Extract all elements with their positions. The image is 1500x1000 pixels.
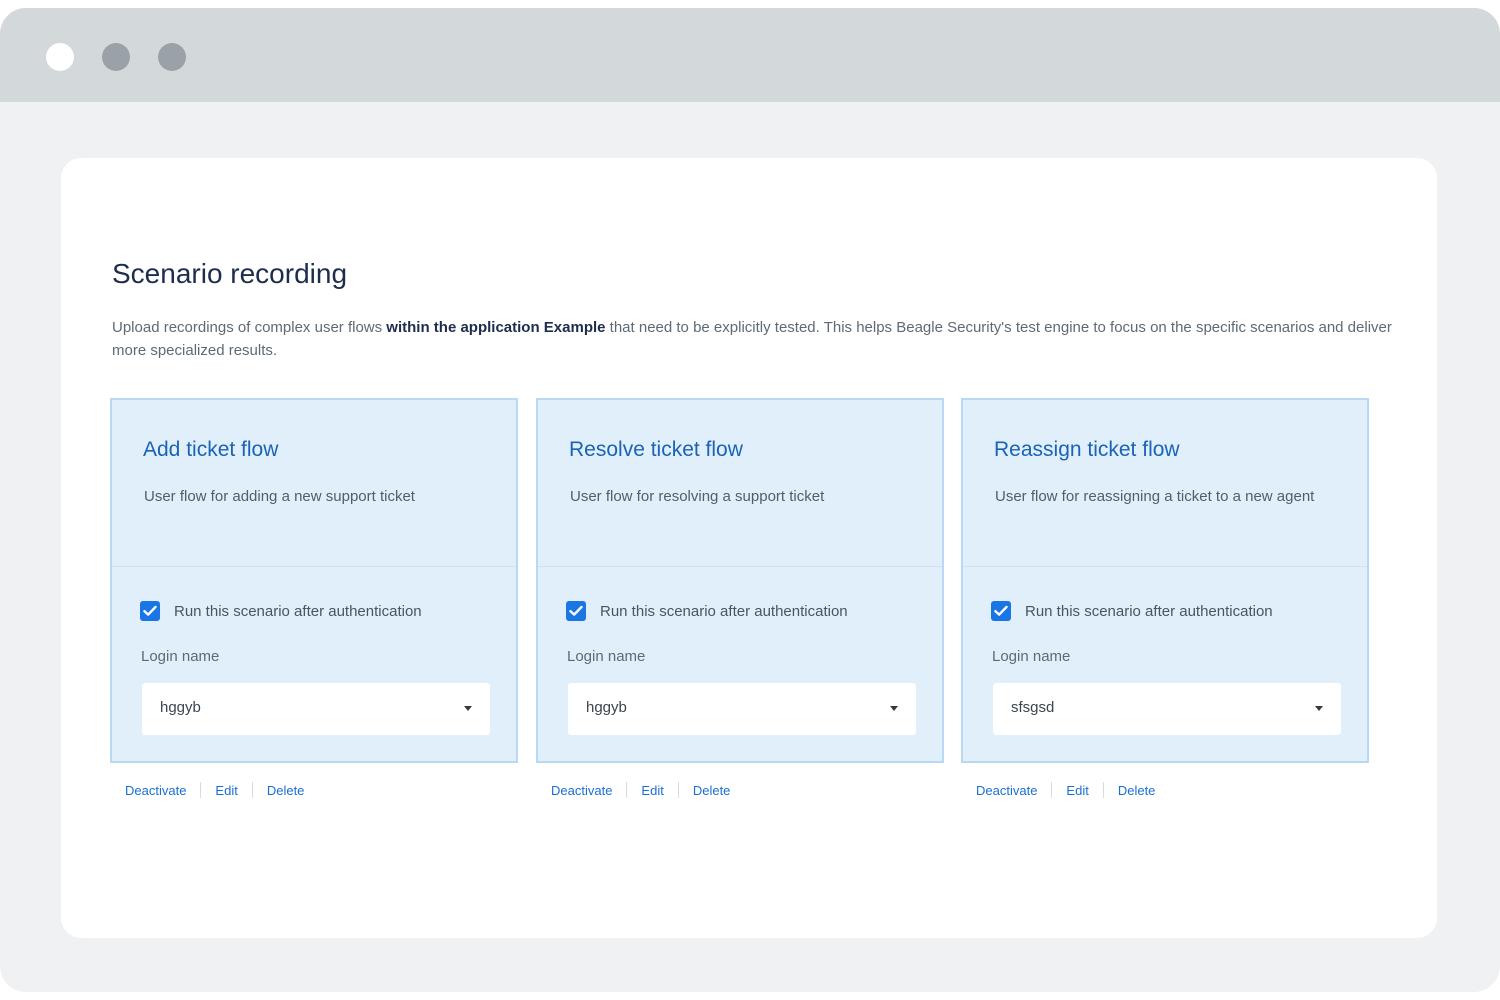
- action-divider: [677, 782, 679, 798]
- run-after-auth-label: Run this scenario after authentication: [1025, 602, 1273, 620]
- login-name-label: Login name: [567, 648, 646, 665]
- delete-link[interactable]: Delete: [1118, 783, 1156, 798]
- deactivate-link[interactable]: Deactivate: [976, 783, 1037, 798]
- edit-link[interactable]: Edit: [215, 783, 237, 798]
- action-divider: [626, 782, 628, 798]
- run-after-auth-row[interactable]: Run this scenario after authentication: [991, 600, 1273, 622]
- login-name-select[interactable]: sfsgsd: [993, 683, 1341, 735]
- browser-window: Scenario recording Upload recordings of …: [0, 8, 1500, 992]
- close-dot[interactable]: [46, 43, 74, 71]
- card-actions-resolve-ticket: Deactivate Edit Delete: [551, 780, 730, 800]
- edit-link[interactable]: Edit: [1066, 783, 1088, 798]
- login-name-label: Login name: [141, 648, 220, 665]
- delete-link[interactable]: Delete: [693, 783, 731, 798]
- run-after-auth-row[interactable]: Run this scenario after authentication: [566, 600, 848, 622]
- check-icon: [569, 605, 583, 616]
- content-panel: Scenario recording Upload recordings of …: [61, 158, 1437, 938]
- scenario-card-resolve-ticket: Resolve ticket flow User flow for resolv…: [536, 398, 944, 763]
- login-name-value: hggyb: [160, 699, 201, 716]
- description-text: Upload recordings of complex user flows: [112, 319, 387, 336]
- card-title: Resolve ticket flow: [569, 438, 743, 461]
- action-divider: [1051, 782, 1053, 798]
- card-header: Resolve ticket flow User flow for resolv…: [538, 400, 942, 567]
- delete-link[interactable]: Delete: [267, 783, 305, 798]
- login-name-select[interactable]: hggyb: [568, 683, 916, 735]
- action-divider: [200, 782, 202, 798]
- login-name-select[interactable]: hggyb: [142, 683, 490, 735]
- run-after-auth-checkbox[interactable]: [140, 601, 160, 621]
- action-divider: [1102, 782, 1104, 798]
- run-after-auth-row[interactable]: Run this scenario after authentication: [140, 600, 422, 622]
- caret-down-icon: [890, 706, 898, 711]
- card-actions-reassign-ticket: Deactivate Edit Delete: [976, 780, 1155, 800]
- deactivate-link[interactable]: Deactivate: [551, 783, 612, 798]
- minimize-dot[interactable]: [102, 43, 130, 71]
- check-icon: [994, 605, 1008, 616]
- card-description: User flow for adding a new support ticke…: [144, 488, 415, 505]
- description-app-name: within the application Example: [386, 319, 606, 336]
- deactivate-link[interactable]: Deactivate: [125, 783, 186, 798]
- window-titlebar: [0, 8, 1500, 102]
- caret-down-icon: [464, 706, 472, 711]
- login-name-value: hggyb: [586, 699, 627, 716]
- card-actions-add-ticket: Deactivate Edit Delete: [125, 780, 304, 800]
- scenario-card-reassign-ticket: Reassign ticket flow User flow for reass…: [961, 398, 1369, 763]
- check-icon: [143, 605, 157, 616]
- run-after-auth-checkbox[interactable]: [991, 601, 1011, 621]
- scenario-card-add-ticket: Add ticket flow User flow for adding a n…: [110, 398, 518, 763]
- page-title: Scenario recording: [112, 258, 348, 289]
- caret-down-icon: [1315, 706, 1323, 711]
- maximize-dot[interactable]: [158, 43, 186, 71]
- run-after-auth-checkbox[interactable]: [566, 601, 586, 621]
- run-after-auth-label: Run this scenario after authentication: [174, 602, 422, 620]
- edit-link[interactable]: Edit: [641, 783, 663, 798]
- card-header: Reassign ticket flow User flow for reass…: [963, 400, 1367, 567]
- card-title: Reassign ticket flow: [994, 438, 1180, 461]
- run-after-auth-label: Run this scenario after authentication: [600, 602, 848, 620]
- card-title: Add ticket flow: [143, 438, 279, 461]
- card-description: User flow for reassigning a ticket to a …: [995, 488, 1315, 505]
- login-name-value: sfsgsd: [1011, 699, 1055, 716]
- action-divider: [251, 782, 253, 798]
- login-name-label: Login name: [992, 648, 1071, 665]
- card-header: Add ticket flow User flow for adding a n…: [112, 400, 516, 567]
- page-description: Upload recordings of complex user flows …: [112, 316, 1402, 362]
- card-description: User flow for resolving a support ticket: [570, 488, 825, 505]
